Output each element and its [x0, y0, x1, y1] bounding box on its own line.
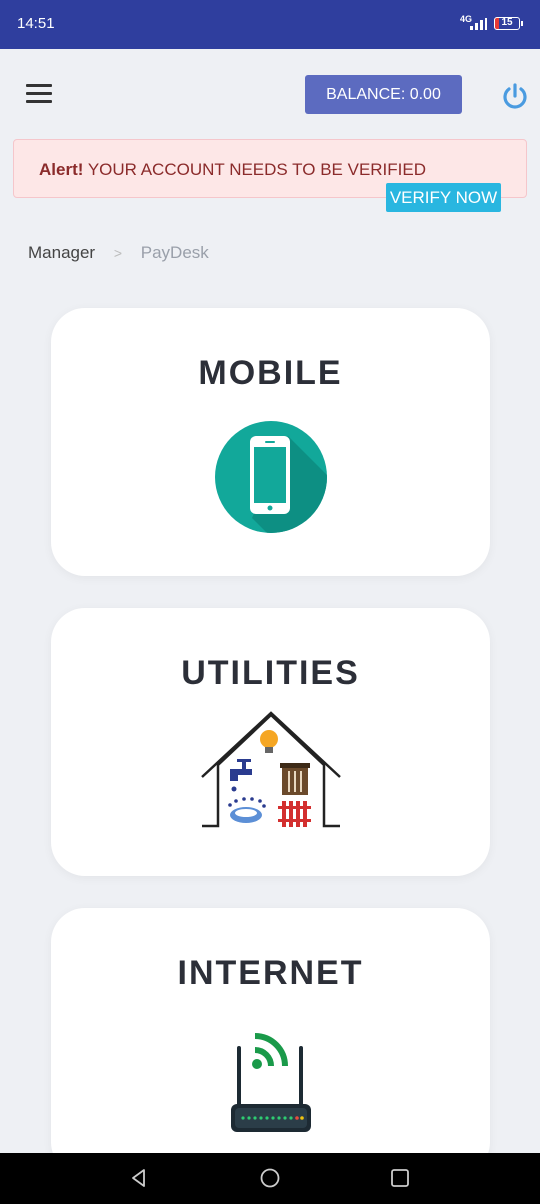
card-title-mobile: MOBILE	[198, 354, 343, 392]
verify-now-button[interactable]: VERIFY NOW	[386, 183, 501, 212]
breadcrumb-item-paydesk: PayDesk	[140, 243, 209, 262]
system-nav-bar	[0, 1153, 540, 1204]
breadcrumb-separator: >	[113, 245, 123, 261]
card-title-utilities: UTILITIES	[181, 654, 360, 692]
breadcrumb: Manager > PayDesk	[28, 243, 209, 263]
internet-card[interactable]: INTERNET	[51, 908, 490, 1176]
alert-text: YOUR ACCOUNT NEEDS TO BE VERIFIED	[83, 160, 427, 179]
utilities-card[interactable]: UTILITIES	[51, 608, 490, 876]
home-icon[interactable]	[259, 1167, 281, 1189]
utilities-house-icon	[200, 711, 341, 828]
recents-icon[interactable]	[389, 1167, 411, 1189]
alert-strong: Alert!	[39, 160, 84, 179]
card-title-internet: INTERNET	[177, 954, 364, 992]
menu-icon[interactable]	[26, 84, 52, 104]
status-time: 14:51	[17, 15, 55, 32]
mobile-card[interactable]: MOBILE	[51, 308, 490, 576]
wifi-router-icon	[230, 1033, 311, 1132]
back-icon[interactable]	[128, 1167, 150, 1189]
mobile-phone-icon	[214, 421, 327, 533]
breadcrumb-item-manager[interactable]: Manager	[28, 243, 95, 262]
battery-icon: 15	[494, 17, 523, 30]
alert-message: Alert! YOUR ACCOUNT NEEDS TO BE VERIFIED	[39, 160, 426, 180]
status-bar: 14:51 4G 15	[0, 0, 540, 49]
signal-icon	[470, 18, 487, 30]
power-icon[interactable]	[500, 82, 530, 112]
balance-button[interactable]: BALANCE: 0.00	[305, 75, 462, 114]
